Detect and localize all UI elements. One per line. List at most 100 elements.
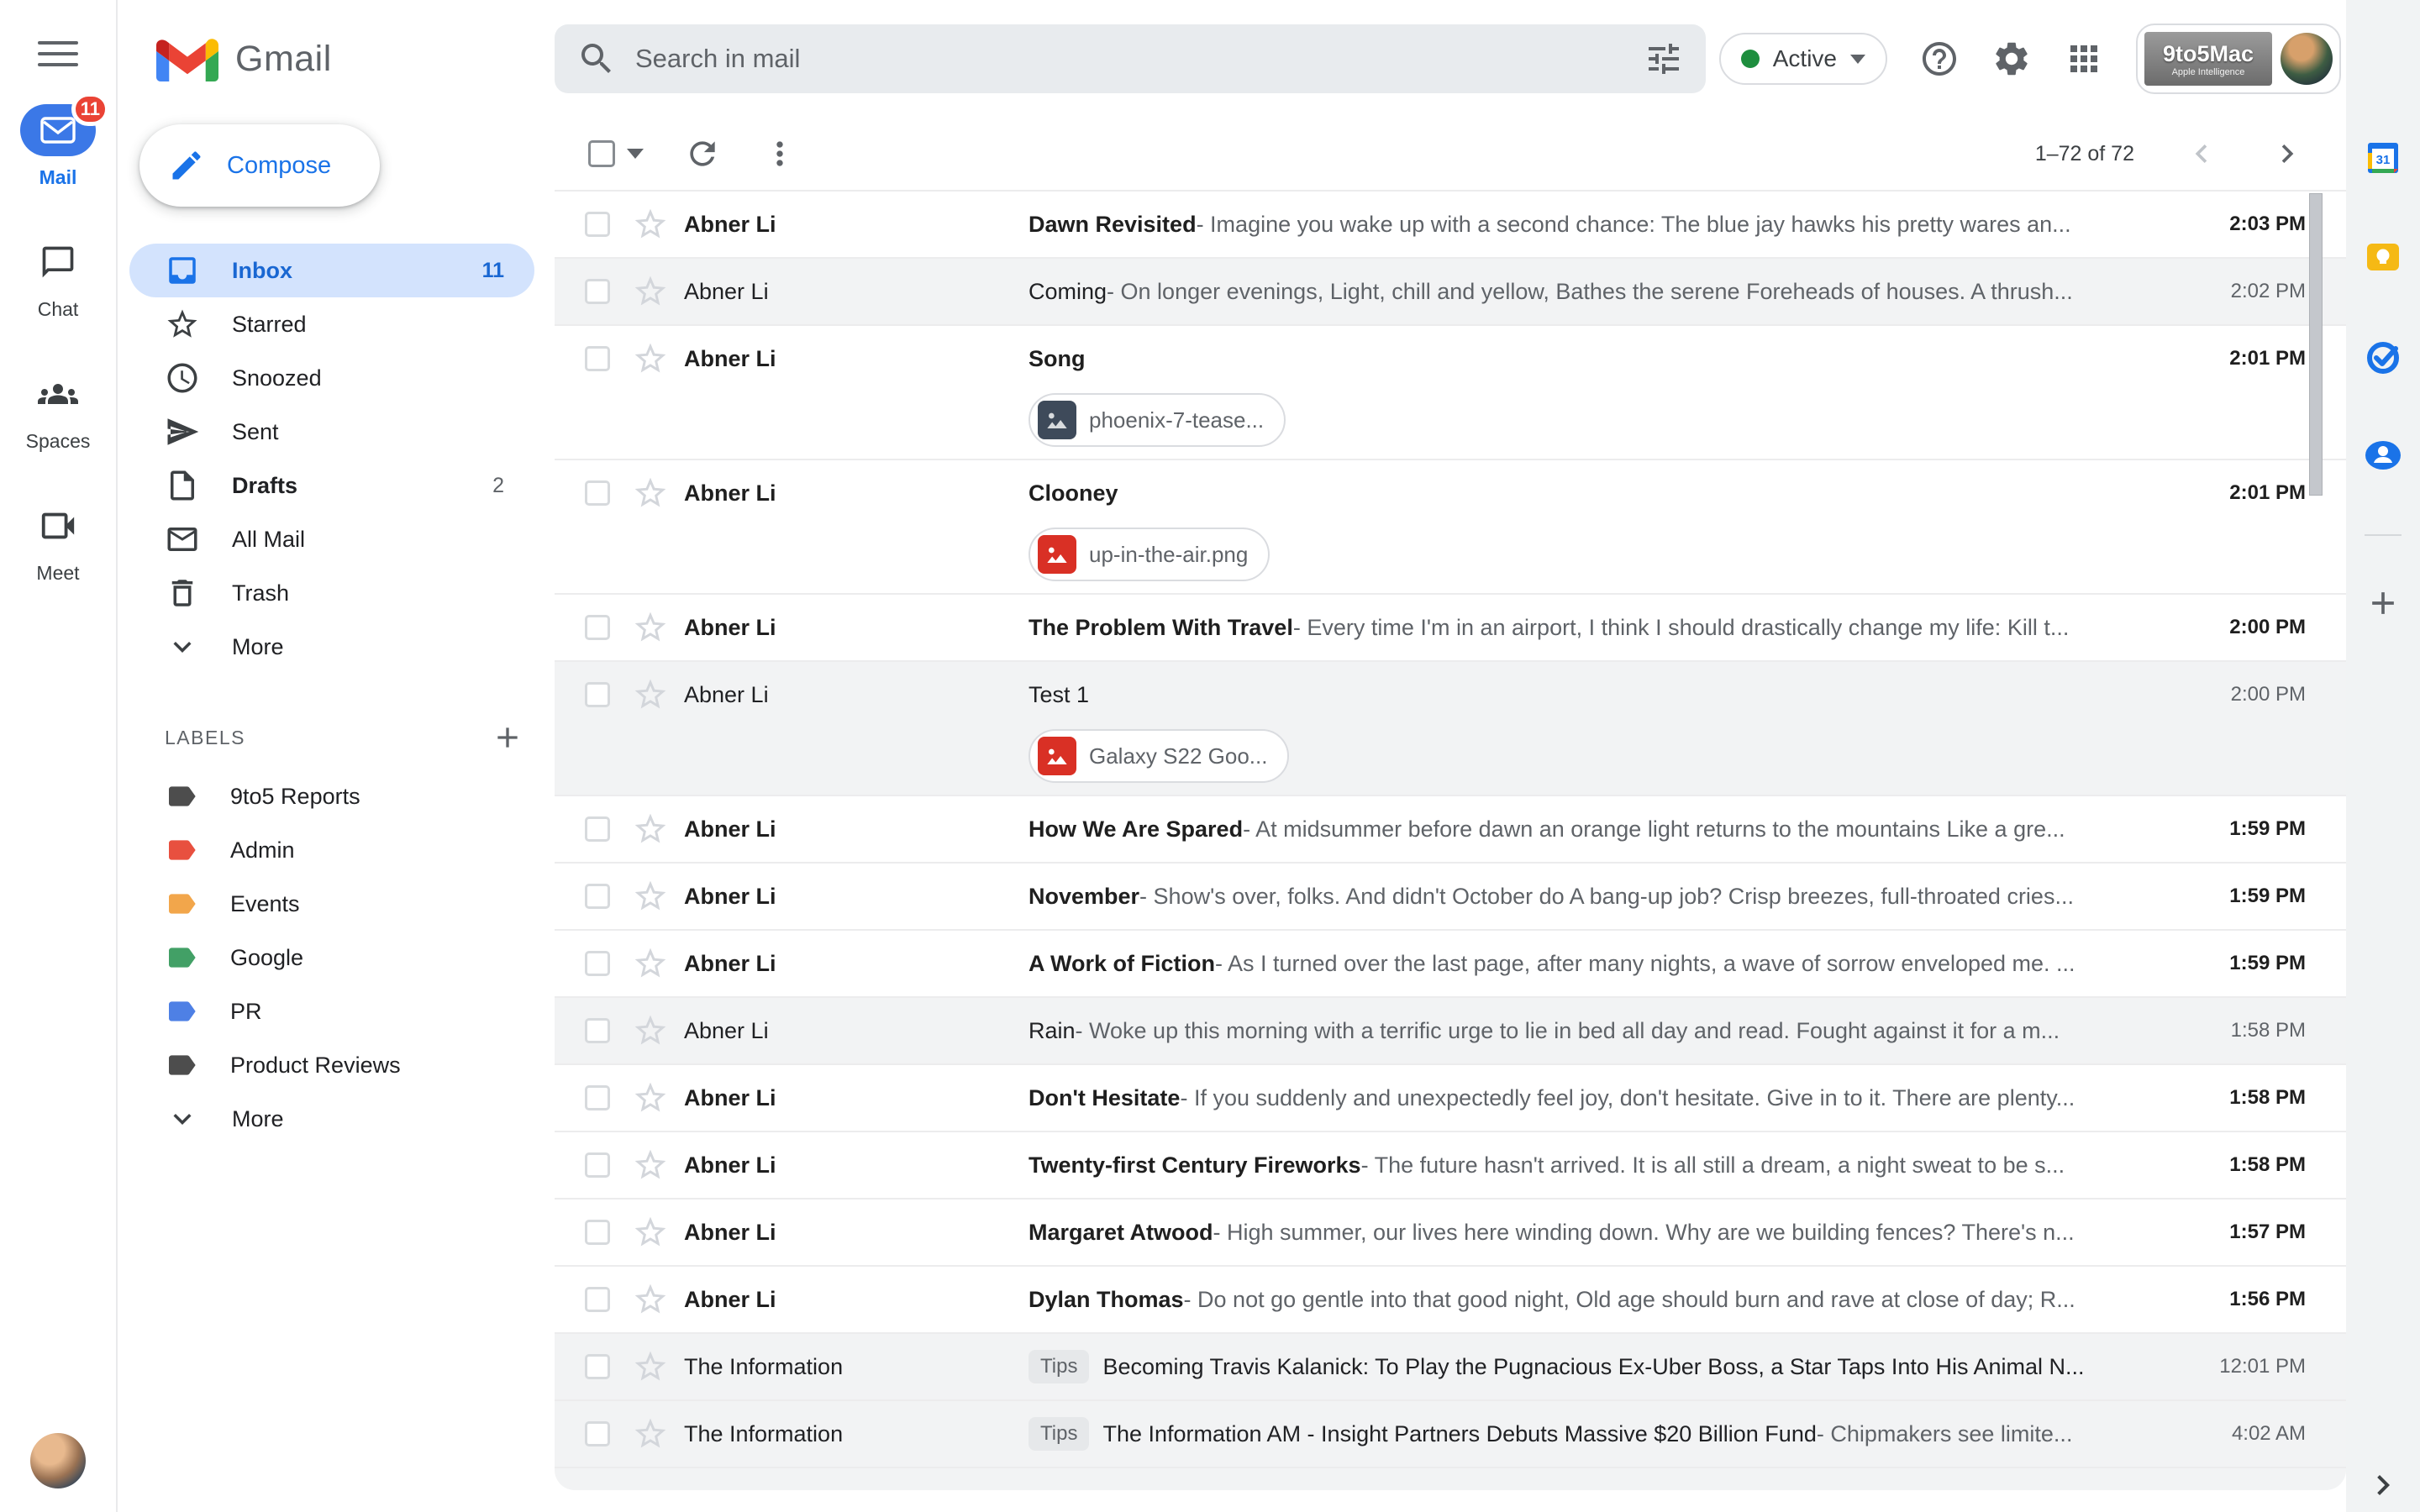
select-checkbox[interactable]	[585, 1018, 610, 1043]
select-checkbox[interactable]	[585, 480, 610, 506]
newer-page-icon[interactable]	[2183, 135, 2220, 172]
star-icon[interactable]	[632, 1214, 669, 1251]
attachment-chip[interactable]: phoenix-7-tease...	[1028, 393, 1286, 447]
select-checkbox[interactable]	[585, 1220, 610, 1245]
workspace-logo-subtitle: Apple Intelligence	[2171, 66, 2245, 77]
star-icon[interactable]	[632, 475, 669, 512]
email-row[interactable]: Abner Li November - Show's over, folks. …	[555, 864, 2346, 931]
star-icon[interactable]	[632, 676, 669, 713]
email-content: Tips The Information AM - Insight Partne…	[1028, 1401, 2212, 1467]
star-icon[interactable]	[632, 1079, 669, 1116]
select-checkbox[interactable]	[585, 279, 610, 304]
contacts-icon[interactable]	[2360, 432, 2407, 479]
sidebar-label-google[interactable]: Google	[118, 931, 534, 984]
search-bar[interactable]	[555, 24, 1706, 93]
older-page-icon[interactable]	[2269, 135, 2306, 172]
main-menu-icon[interactable]	[38, 34, 78, 74]
sidebar-labels-more[interactable]: More	[118, 1092, 534, 1146]
star-icon[interactable]	[632, 206, 669, 243]
select-checkbox[interactable]	[585, 1287, 610, 1312]
attachment-chip[interactable]: Galaxy S22 Goo...	[1028, 729, 1290, 783]
select-checkbox[interactable]	[585, 212, 610, 237]
star-icon[interactable]	[632, 1147, 669, 1184]
sidebar-item-more[interactable]: More	[118, 620, 534, 674]
select-checkbox[interactable]	[585, 346, 610, 371]
account-workspace-chip[interactable]: 9to5Mac Apple Intelligence	[2136, 24, 2341, 94]
email-row[interactable]: Abner Li Coming - On longer evenings, Li…	[555, 259, 2346, 326]
search-options-icon[interactable]	[1644, 39, 1684, 79]
attachment-chip[interactable]: up-in-the-air.png	[1028, 528, 1270, 581]
sidebar-item-snoozed[interactable]: Snoozed	[118, 351, 534, 405]
select-checkbox[interactable]	[585, 1421, 610, 1446]
star-icon[interactable]	[632, 273, 669, 310]
email-row[interactable]: The Information Tips The Information AM …	[555, 1401, 2346, 1468]
select-checkbox[interactable]	[585, 682, 610, 707]
star-icon[interactable]	[632, 1281, 669, 1318]
email-row[interactable]: Abner Li Test 1 Galaxy S22 Goo... 2:00 P…	[555, 662, 2346, 796]
sidebar-label-pr[interactable]: PR	[118, 984, 534, 1038]
star-icon[interactable]	[632, 1012, 669, 1049]
rail-item-mail[interactable]: 11 Mail	[20, 92, 109, 189]
sidebar-item-drafts[interactable]: Drafts 2	[118, 459, 534, 512]
select-checkbox[interactable]	[585, 951, 610, 976]
select-all-checkbox[interactable]	[588, 140, 615, 167]
sidebar-label-9to5-reports[interactable]: 9to5 Reports	[118, 769, 534, 823]
email-subject: How We Are Spared	[1028, 816, 1244, 842]
email-row[interactable]: Abner Li Song phoenix-7-tease... 2:01 PM	[555, 326, 2346, 460]
sidebar-item-all-mail[interactable]: All Mail	[118, 512, 534, 566]
star-icon[interactable]	[632, 878, 669, 915]
sidebar-item-starred[interactable]: Starred	[118, 297, 534, 351]
select-checkbox[interactable]	[585, 1354, 610, 1379]
sidebar-label-admin[interactable]: Admin	[118, 823, 534, 877]
star-icon[interactable]	[632, 1415, 669, 1452]
tasks-icon[interactable]	[2360, 333, 2407, 380]
help-icon[interactable]	[1919, 39, 1960, 79]
hide-side-panel-icon[interactable]	[2363, 1465, 2403, 1505]
rail-item-chat[interactable]: Chat	[20, 236, 96, 321]
compose-button[interactable]: Compose	[139, 124, 380, 207]
status-selector[interactable]: Active	[1718, 33, 1887, 85]
google-apps-icon[interactable]	[2064, 39, 2104, 79]
sidebar-item-trash[interactable]: Trash	[118, 566, 534, 620]
select-checkbox[interactable]	[585, 884, 610, 909]
email-row[interactable]: Abner Li How We Are Spared - At midsumme…	[555, 796, 2346, 864]
sidebar-item-sent[interactable]: Sent	[118, 405, 534, 459]
star-icon[interactable]	[632, 811, 669, 848]
more-options-icon[interactable]	[761, 135, 798, 172]
email-row[interactable]: The Information Tips Becoming Travis Kal…	[555, 1334, 2346, 1401]
email-row[interactable]: Abner Li Dylan Thomas - Do not go gentle…	[555, 1267, 2346, 1334]
email-row[interactable]: Abner Li Clooney up-in-the-air.png 2:01 …	[555, 460, 2346, 595]
user-avatar[interactable]	[30, 1433, 86, 1488]
calendar-icon[interactable]: 31	[2360, 134, 2407, 181]
email-row[interactable]: Abner Li Don't Hesitate - If you suddenl…	[555, 1065, 2346, 1132]
select-checkbox[interactable]	[585, 1085, 610, 1110]
refresh-icon[interactable]	[684, 135, 721, 172]
email-row[interactable]: Abner Li Rain - Woke up this morning wit…	[555, 998, 2346, 1065]
rail-item-meet[interactable]: Meet	[20, 500, 96, 585]
email-row[interactable]: Abner Li Dawn Revisited - Imagine you wa…	[555, 192, 2346, 259]
rail-item-spaces[interactable]: Spaces	[20, 368, 96, 453]
star-icon[interactable]	[632, 945, 669, 982]
search-icon[interactable]	[576, 39, 617, 79]
keep-icon[interactable]	[2360, 234, 2407, 281]
star-icon[interactable]	[632, 340, 669, 377]
settings-gear-icon[interactable]	[1991, 39, 2032, 79]
add-label-icon[interactable]	[491, 721, 524, 754]
sidebar-label-events[interactable]: Events	[118, 877, 534, 931]
select-checkbox[interactable]	[585, 1152, 610, 1178]
email-row[interactable]: Abner Li The Problem With Travel - Every…	[555, 595, 2346, 662]
list-scrollbar[interactable]	[2309, 193, 2323, 496]
select-checkbox[interactable]	[585, 615, 610, 640]
search-input[interactable]	[635, 44, 1625, 74]
select-checkbox[interactable]	[585, 816, 610, 842]
email-row[interactable]: Abner Li A Work of Fiction - As I turned…	[555, 931, 2346, 998]
select-dropdown-icon[interactable]	[627, 149, 644, 159]
star-icon[interactable]	[632, 609, 669, 646]
email-row[interactable]: Abner Li Twenty-first Century Fireworks …	[555, 1132, 2346, 1200]
email-row[interactable]: Abner Li Margaret Atwood - High summer, …	[555, 1200, 2346, 1267]
sidebar-item-inbox[interactable]: Inbox 11	[129, 244, 534, 297]
sidebar-label-product-reviews[interactable]: Product Reviews	[118, 1038, 534, 1092]
get-addons-icon[interactable]	[2360, 580, 2407, 627]
star-icon[interactable]	[632, 1348, 669, 1385]
profile-avatar[interactable]	[2281, 33, 2333, 85]
